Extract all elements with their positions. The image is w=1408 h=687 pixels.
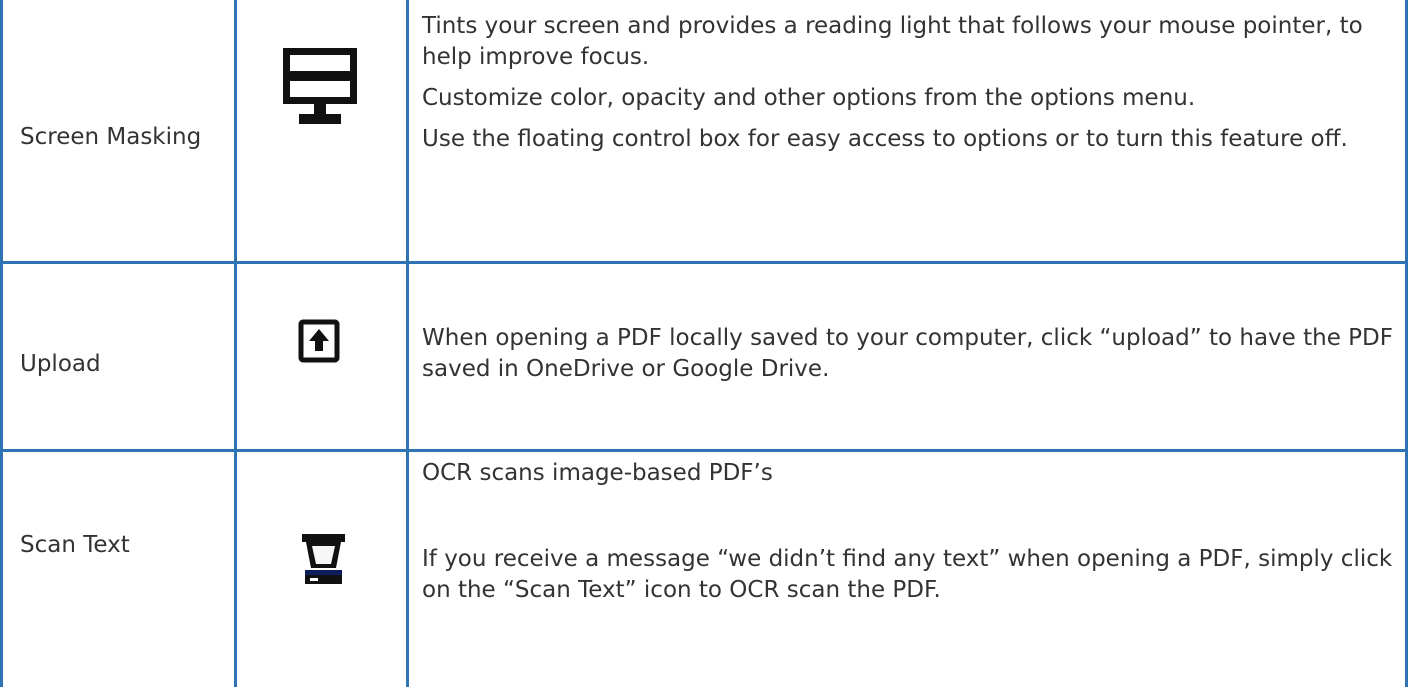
description-paragraph: When opening a PDF locally saved to your… (422, 325, 1393, 382)
feature-name-cell: Upload (0, 261, 234, 449)
feature-description-cell: OCR scans image-based PDF’s If you recei… (406, 449, 1408, 687)
table-border-horizontal (0, 261, 1408, 264)
table-row-upload: Upload When opening a PDF locally saved … (0, 261, 1408, 449)
feature-name-cell: Screen Masking (0, 0, 234, 261)
feature-name: Screen Masking (20, 124, 202, 150)
table-row-scan-text: Scan Text OCR scans image-based PDF’s If… (0, 449, 1408, 687)
feature-icon-cell (234, 449, 406, 687)
feature-icon-cell (234, 0, 406, 261)
table-border-divider (406, 0, 409, 687)
feature-icon-cell (234, 261, 406, 449)
description-paragraph: OCR scans image-based PDF’s (422, 460, 773, 486)
description-paragraph: If you receive a message “we didn’t find… (422, 546, 1393, 603)
feature-name: Upload (20, 351, 101, 377)
feature-table: Screen Masking Tints your screen and pro… (0, 0, 1408, 687)
table-row-screen-masking: Screen Masking Tints your screen and pro… (0, 0, 1408, 261)
feature-description-cell: When opening a PDF locally saved to your… (406, 261, 1408, 449)
feature-description-cell: Tints your screen and provides a reading… (406, 0, 1408, 261)
description-paragraph: Customize color, opacity and other optio… (422, 85, 1196, 111)
feature-name-cell: Scan Text (0, 449, 234, 687)
table-border-left (0, 0, 3, 687)
description-paragraph: Tints your screen and provides a reading… (422, 13, 1363, 70)
feature-description: OCR scans image-based PDF’s If you recei… (422, 449, 1394, 606)
feature-name: Scan Text (20, 532, 130, 558)
upload-icon (298, 319, 340, 363)
feature-description: When opening a PDF locally saved to your… (422, 261, 1394, 385)
table-border-divider (234, 0, 237, 687)
scanner-icon (302, 534, 345, 584)
monitor-icon (283, 48, 357, 124)
description-paragraph: Use the floating control box for easy ac… (422, 126, 1348, 152)
feature-description: Tints your screen and provides a reading… (422, 0, 1394, 155)
table-border-horizontal (0, 449, 1408, 452)
